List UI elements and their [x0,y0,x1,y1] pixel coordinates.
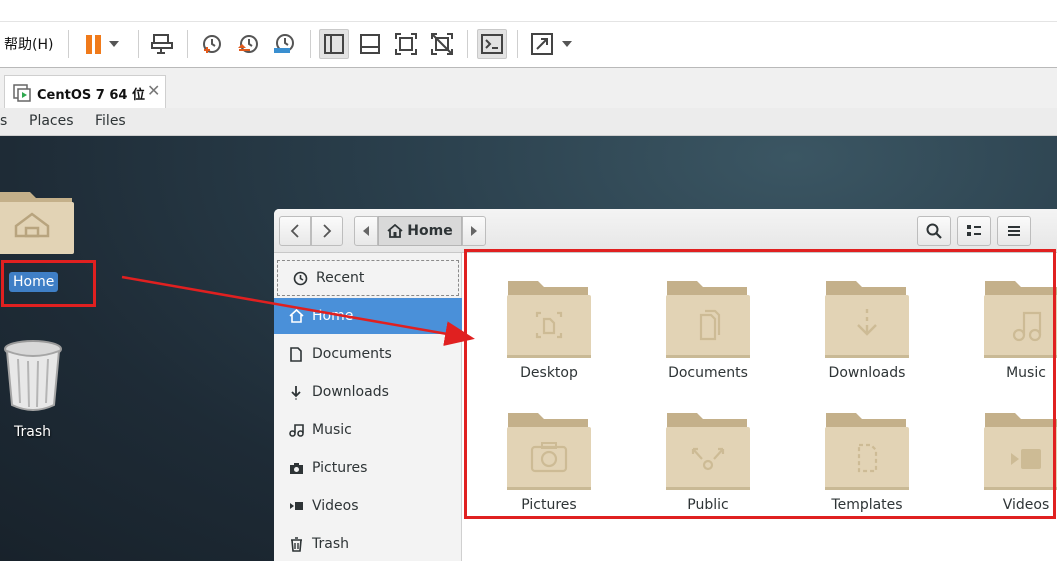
sidebar-item-downloads[interactable]: Downloads [274,374,462,410]
desktop-trash[interactable] [3,339,63,415]
power-dropdown[interactable] [104,29,124,59]
annotation-box [1,260,96,307]
toolbar-divider [0,21,1057,22]
sidebar-item-label: Trash [312,536,349,552]
clock-icon [292,270,308,286]
snapshot-clock-icon [203,35,221,53]
chevron-left-icon [290,224,299,238]
send-ctrl-alt-del-button[interactable] [147,29,177,59]
snapshot-manager-button[interactable] [269,29,299,59]
toolbar-separator [310,30,311,58]
console-view-button[interactable] [477,29,507,59]
places-menu[interactable]: Places [29,113,74,129]
terminal-icon [481,34,503,54]
document-icon [288,346,304,362]
vm-tab[interactable]: CentOS 7 64 位 ✕ [4,75,166,108]
unity-icon [431,33,453,55]
vm-icon [13,84,31,102]
sidebar-item-videos[interactable]: Videos [274,488,462,524]
trash-icon [288,536,304,552]
stretch-dropdown[interactable] [558,29,576,59]
sidebar-item-music[interactable]: Music [274,412,462,448]
full-screen-button[interactable] [391,29,421,59]
header-bar: Home [274,209,1057,253]
hamburger-icon [1008,226,1020,236]
fullscreen-icon [395,33,417,55]
sidebar-item-label: Home [312,308,354,324]
home-icon [288,308,304,324]
list-view-icon [967,225,981,236]
triangle-right-icon [471,226,477,236]
camera-icon [288,460,304,476]
pause-icon [86,35,101,54]
toolbar-separator [68,30,69,58]
show-library-button[interactable] [319,29,349,59]
revert-snapshot-button[interactable] [233,29,263,59]
back-button[interactable] [279,216,311,246]
sidebar-item-pictures[interactable]: Pictures [274,450,462,486]
sidebar: Recent Home Documents Downloads Music Pi… [274,253,462,561]
files-menu[interactable]: Files [95,113,126,129]
sidebar-item-label: Documents [312,346,392,362]
gnome-top-bar: s Places Files [0,108,1057,136]
sidebar-layout-icon [324,34,344,54]
menu-button[interactable] [997,216,1031,246]
annotation-box [464,249,1056,519]
chevron-down-icon [109,41,119,47]
applications-menu[interactable]: s [0,113,7,129]
snapshot-button[interactable] [197,29,227,59]
sidebar-item-documents[interactable]: Documents [274,336,462,372]
chevron-right-icon [323,224,332,238]
desktop-trash-label: Trash [14,424,51,440]
music-icon [288,422,304,438]
bottom-panel-icon [360,34,380,54]
show-thumbnail-button[interactable] [355,29,385,59]
toolbar-separator [138,30,139,58]
path-home-label: Home [407,223,453,239]
network-icon [151,34,173,54]
vm-toolbar: 帮助(H) [0,0,1057,68]
search-button[interactable] [917,216,951,246]
toolbar-separator [467,30,468,58]
path-scroll-left[interactable] [354,216,378,246]
sidebar-item-label: Music [312,422,352,438]
trash-icon [4,340,62,411]
sidebar-item-label: Pictures [312,460,368,476]
view-mode-button[interactable] [957,216,991,246]
triangle-left-icon [363,226,369,236]
close-icon[interactable]: ✕ [147,81,160,100]
sidebar-item-recent[interactable]: Recent [277,260,459,296]
home-icon [387,224,403,238]
sidebar-item-label: Recent [316,270,365,286]
home-folder-icon [0,192,74,254]
video-icon [288,498,304,514]
search-icon [926,223,942,239]
stretch-guest-button[interactable] [527,29,557,59]
path-scroll-right[interactable] [462,216,486,246]
snapshot-manager-icon [274,34,294,53]
chevron-down-icon [562,41,572,47]
sidebar-item-label: Videos [312,498,359,514]
vm-tab-label: CentOS 7 64 位 [37,88,145,103]
expand-icon [531,33,553,55]
forward-button[interactable] [311,216,343,246]
sidebar-item-trash[interactable]: Trash [274,526,462,561]
toolbar-separator [517,30,518,58]
download-icon [288,384,304,400]
sidebar-item-label: Downloads [312,384,389,400]
sidebar-item-home[interactable]: Home [274,298,462,334]
path-home-button[interactable]: Home [378,216,462,246]
vm-tab-bar: CentOS 7 64 位 ✕ [0,68,1057,108]
unity-button[interactable] [427,29,457,59]
desktop-home-folder[interactable] [0,184,76,264]
revert-icon [238,35,258,53]
toolbar-separator [187,30,188,58]
help-menu[interactable]: 帮助(H) [4,34,53,54]
